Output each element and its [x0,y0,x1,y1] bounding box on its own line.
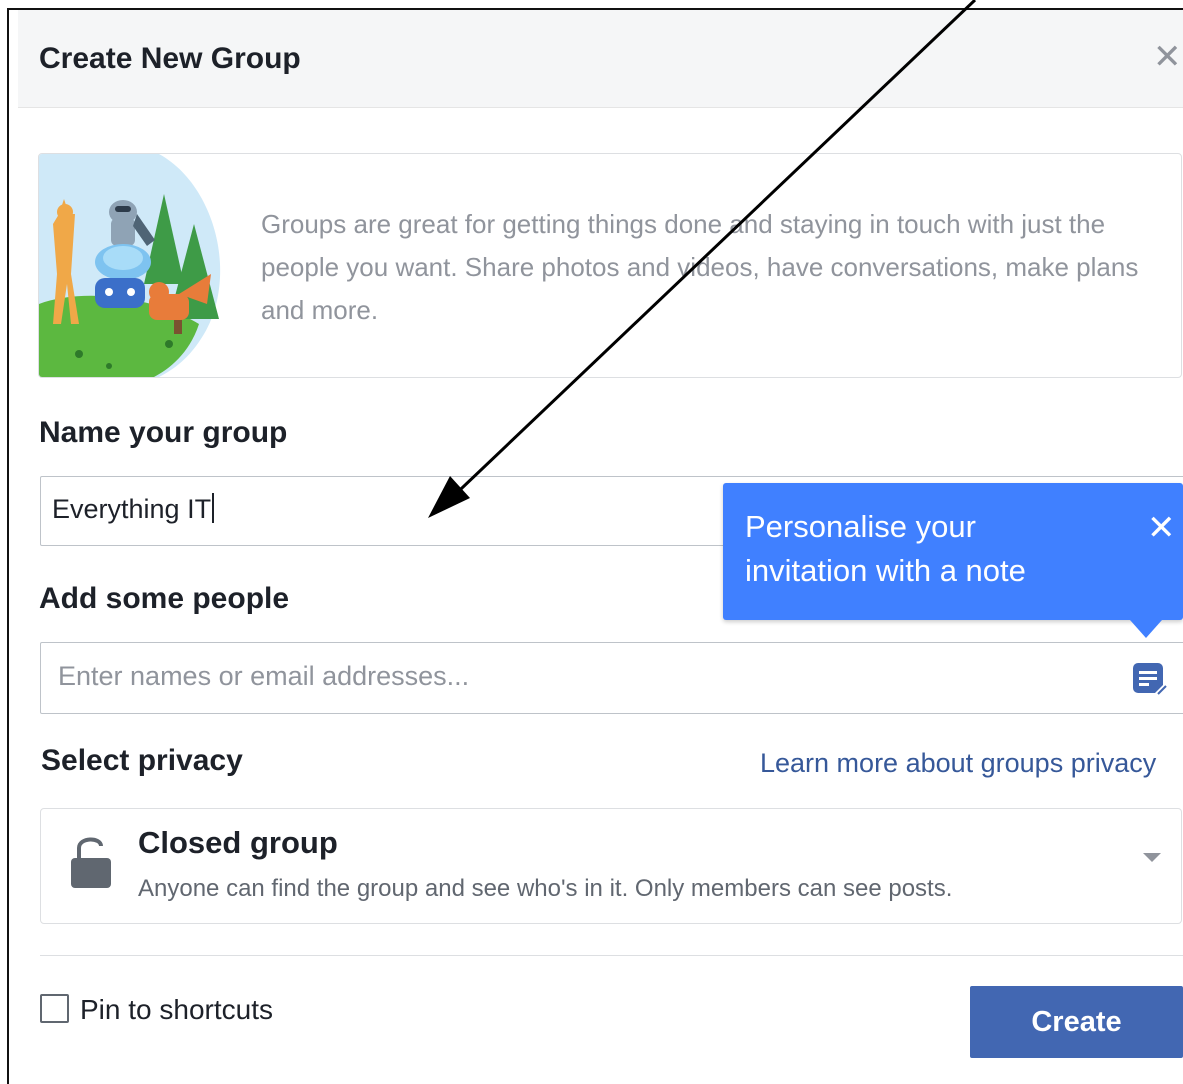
intro-card: Groups are great for getting things done… [38,153,1182,378]
privacy-option-name: Closed group [138,825,338,860]
screenshot-border-left [7,8,9,1084]
intro-description: Groups are great for getting things done… [261,209,1139,325]
chevron-down-icon [1143,853,1161,862]
pin-to-shortcuts-checkbox[interactable] [40,994,69,1023]
footer-divider [40,955,1183,956]
create-button[interactable]: Create [970,986,1183,1058]
dialog-header: Create New Group ✕ [18,10,1183,108]
text-cursor [212,493,215,523]
groups-illustration [39,154,221,377]
tooltip-text: Personalise your invitation with a note [745,509,1026,588]
learn-more-privacy-link[interactable]: Learn more about groups privacy [760,748,1156,779]
invitation-note-tooltip: Personalise your invitation with a note … [723,483,1183,620]
privacy-dropdown[interactable]: Closed group Anyone can find the group a… [40,808,1182,924]
select-privacy-label: Select privacy [41,744,243,777]
create-group-dialog: Create New Group ✕ Groups are great for … [18,10,1183,1084]
dialog-title: Create New Group [39,42,301,75]
close-icon[interactable]: ✕ [1153,40,1182,74]
privacy-option-description: Anyone can find the group and see who's … [138,875,953,902]
name-group-label: Name your group [39,416,288,449]
lock-icon [71,837,111,888]
add-people-placeholder: Enter names or email addresses... [58,661,470,691]
tooltip-arrow [1130,620,1162,638]
close-icon[interactable]: ✕ [1147,511,1176,545]
group-name-value: Everything IT [52,494,212,524]
add-people-input[interactable]: Enter names or email addresses... [40,642,1183,714]
add-people-label: Add some people [39,582,290,615]
note-icon[interactable] [1131,661,1167,697]
pin-to-shortcuts-label[interactable]: Pin to shortcuts [80,994,273,1026]
